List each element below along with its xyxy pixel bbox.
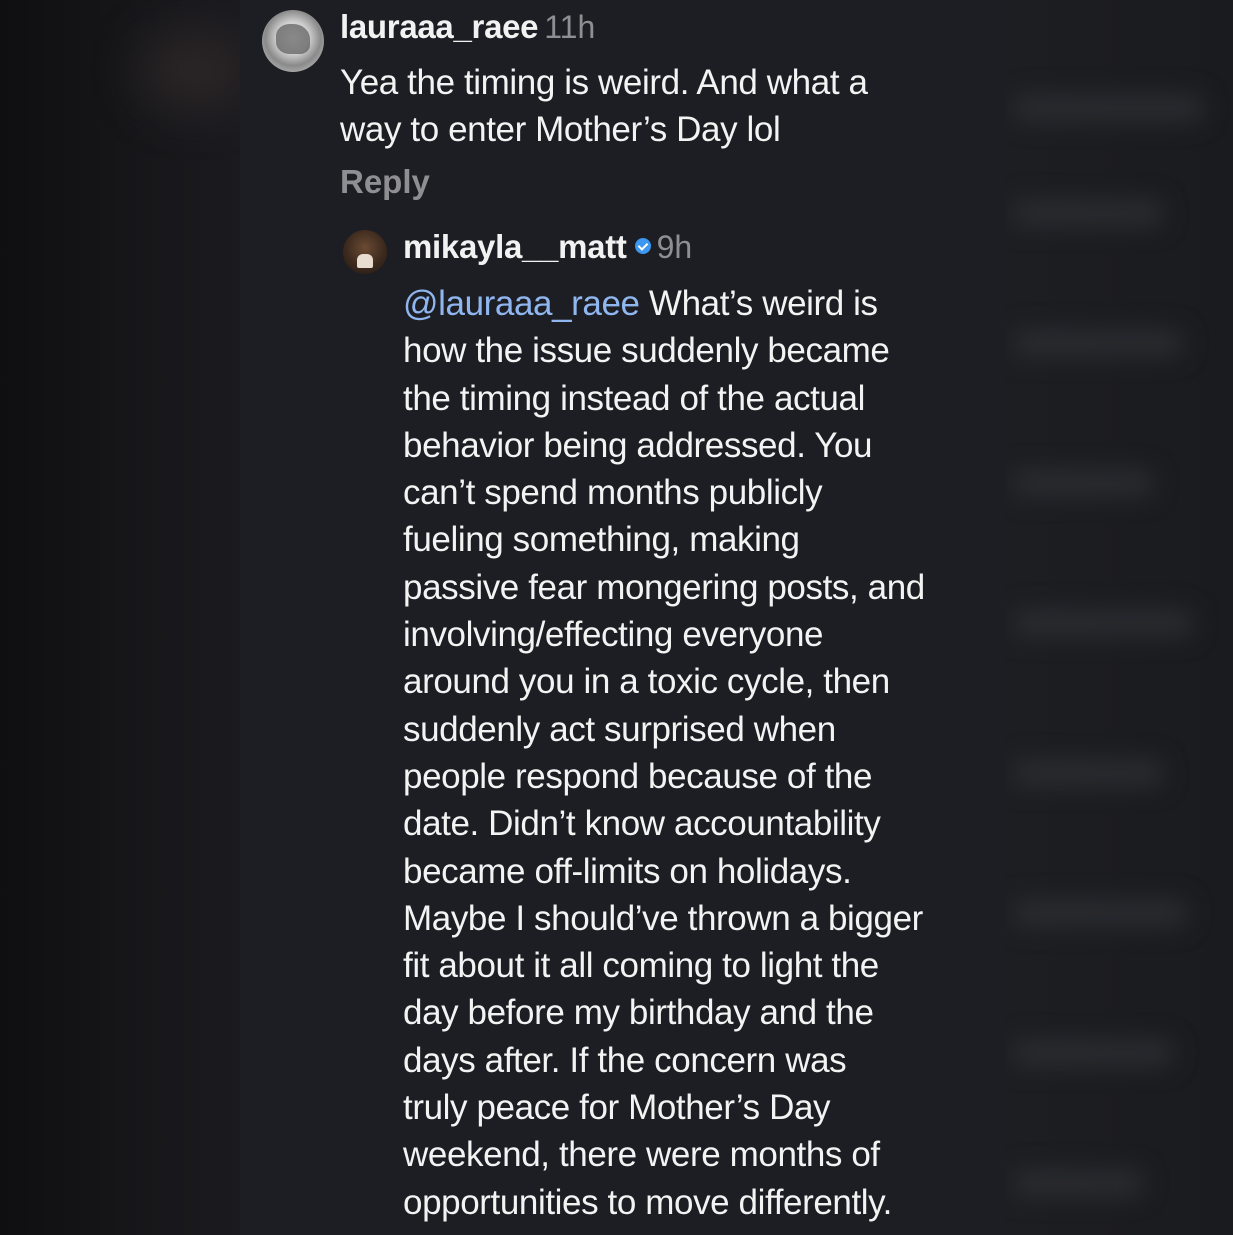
blurred-band <box>1013 900 1188 926</box>
comment-line: passive fear mongering posts, and <box>403 567 925 607</box>
comment-line: behavior being addressed. You <box>403 425 873 465</box>
comment-line: date. Didn’t know accountability <box>403 804 881 844</box>
blurred-band <box>1013 1170 1143 1196</box>
timestamp: 9h <box>656 229 693 265</box>
comment-line-text: What’s weird is <box>639 284 878 323</box>
username[interactable]: mikayla__matt <box>403 228 627 265</box>
blurred-background-right <box>1003 0 1233 1235</box>
profile-photo-icon <box>357 254 373 268</box>
avatar[interactable] <box>343 230 387 274</box>
timestamp: 11h <box>544 9 596 45</box>
comment-line: people respond because of the <box>403 756 873 796</box>
comment-line: can’t spend months publicly <box>403 473 823 513</box>
blurred-band <box>1013 610 1193 636</box>
comment-line: @lauraaa_raee What’s weird is <box>403 280 1003 327</box>
comment-text: Yea the timing is weird. And what a way … <box>340 59 980 154</box>
comment-line: weekend, there were months of <box>403 1135 880 1175</box>
comment-line: fueling something, making <box>403 520 800 560</box>
comment-line: suddenly act surprised when <box>403 709 836 749</box>
blurred-band <box>1013 95 1203 121</box>
comment-line: involving/effecting everyone <box>403 615 824 655</box>
blurred-background-left <box>0 0 250 1235</box>
blurred-band <box>1013 760 1163 786</box>
blurred-band <box>1013 200 1163 226</box>
blurred-band <box>1013 1040 1173 1066</box>
comment-line: fit about it all coming to light the <box>403 946 879 986</box>
comment-line: the timing instead of the actual <box>403 378 865 418</box>
mention-link[interactable]: @lauraaa_raee <box>403 284 640 323</box>
blurred-band <box>1013 330 1183 356</box>
avatar[interactable] <box>262 10 324 72</box>
verified-badge-icon <box>634 238 651 254</box>
comment-line: day before my birthday and the <box>403 993 874 1033</box>
comment-line: Yea the timing is weird. And what a <box>340 63 868 102</box>
username[interactable]: lauraaa_raee <box>340 8 539 45</box>
comment-line: way to enter Mother’s Day lol <box>340 110 781 150</box>
comment-header: lauraaa_raee 11h <box>340 8 595 46</box>
profile-photo-icon <box>276 24 310 54</box>
comment-line: how the issue suddenly became <box>403 331 890 371</box>
comment-text: @lauraaa_raee What’s weird is how the is… <box>403 280 1003 1226</box>
comment-line: truly peace for Mother’s Day <box>403 1088 831 1128</box>
comment-line: became off-limits on holidays. <box>403 851 852 891</box>
comment-line: Maybe I should’ve thrown a bigger <box>403 898 923 938</box>
blurred-shape <box>140 30 250 110</box>
blurred-band <box>1013 470 1153 496</box>
reply-button[interactable]: Reply <box>340 163 430 201</box>
comment-line: around you in a toxic cycle, then <box>403 662 890 702</box>
comment-line: opportunities to move differently. <box>403 1182 892 1222</box>
comment-header: mikayla__matt 9h <box>403 228 692 266</box>
comment-line: days after. If the concern was <box>403 1040 847 1080</box>
